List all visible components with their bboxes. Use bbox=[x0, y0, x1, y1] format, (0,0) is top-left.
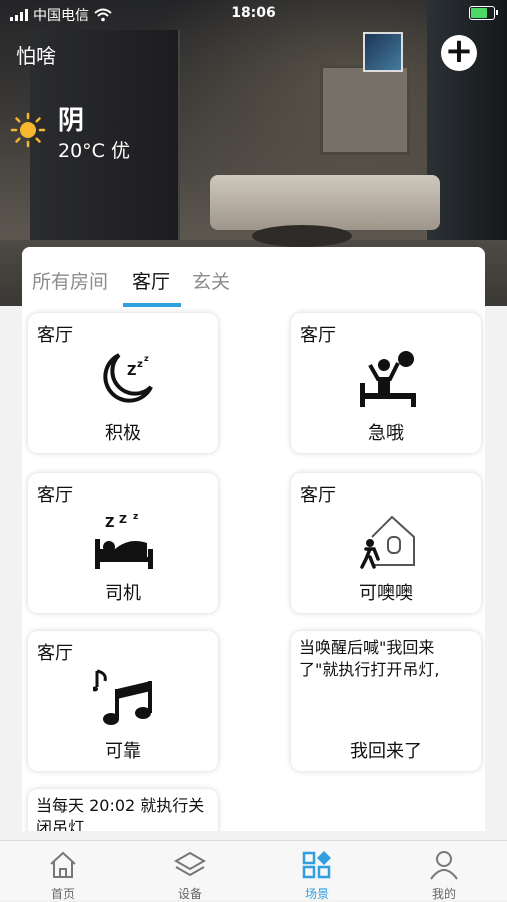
svg-text:z: z bbox=[137, 359, 143, 370]
scene-name: 可靠 bbox=[105, 741, 141, 762]
device-layers-icon bbox=[174, 851, 206, 877]
svg-text:Z: Z bbox=[127, 364, 136, 379]
scene-card[interactable]: 当每天 20:02 就执行关闭吊灯 bbox=[28, 789, 218, 831]
bottom-tab-bar: 首页 设备 场景 我的 bbox=[0, 840, 507, 902]
scene-room-label: 客厅 bbox=[37, 643, 73, 664]
go-home-icon bbox=[360, 515, 415, 569]
scene-card[interactable]: 客厅 可噢噢 bbox=[291, 473, 481, 613]
scene-name: 我回来了 bbox=[350, 741, 422, 762]
scene-panel: 所有房间 客厅 玄关 客厅 Z z z 积极 客厅 急哦 客厅 Z Z z 司机… bbox=[22, 247, 485, 831]
scene-card[interactable]: 客厅 可靠 bbox=[28, 631, 218, 771]
room-tabs: 所有房间 客厅 玄关 bbox=[22, 247, 485, 309]
scene-card[interactable]: 客厅 Z Z z 司机 bbox=[28, 473, 218, 613]
room-sofa bbox=[210, 175, 440, 230]
scene-card[interactable]: 客厅 Z z z 积极 bbox=[28, 313, 218, 453]
scene-grid-icon bbox=[302, 851, 331, 879]
home-name[interactable]: 怕啥 bbox=[16, 40, 56, 69]
home-icon bbox=[50, 851, 76, 878]
scene-card[interactable]: 客厅 急哦 bbox=[291, 313, 481, 453]
status-time: 18:06 bbox=[231, 5, 276, 21]
svg-text:z: z bbox=[144, 354, 149, 363]
scene-name: 司机 bbox=[105, 583, 141, 604]
svg-text:z: z bbox=[133, 512, 138, 522]
scene-name: 积极 bbox=[105, 423, 141, 444]
scene-card[interactable]: 当唤醒后喊"我回来了"就执行打开吊灯, 我回来了 bbox=[291, 631, 481, 771]
tabbar-profile[interactable]: 我的 bbox=[399, 849, 489, 902]
tabbar-scenes[interactable]: 场景 bbox=[272, 849, 362, 902]
scene-room-label: 客厅 bbox=[300, 325, 336, 346]
tab-all-rooms[interactable]: 所有房间 bbox=[32, 267, 108, 294]
active-tab-indicator bbox=[123, 303, 181, 307]
room-table bbox=[252, 225, 352, 247]
scene-description: 当每天 20:02 就执行关闭吊灯 bbox=[36, 796, 205, 831]
tabbar-home[interactable]: 首页 bbox=[18, 849, 108, 902]
bed-sleep-icon: Z Z z bbox=[95, 512, 153, 569]
tabbar-label: 我的 bbox=[431, 887, 456, 901]
scene-room-label: 客厅 bbox=[300, 485, 336, 506]
add-scene-button[interactable]: + bbox=[441, 34, 477, 71]
status-bar: 中国电信 18:06 bbox=[0, 0, 507, 28]
tabbar-label: 场景 bbox=[304, 887, 329, 901]
tab-living-room[interactable]: 客厅 bbox=[132, 267, 170, 294]
svg-text:Z: Z bbox=[119, 513, 127, 526]
tabbar-label: 首页 bbox=[50, 887, 75, 901]
sun-icon bbox=[10, 112, 46, 148]
tab-entrance[interactable]: 玄关 bbox=[192, 267, 230, 294]
tabbar-devices[interactable]: 设备 bbox=[145, 849, 235, 902]
scene-room-label: 客厅 bbox=[37, 485, 73, 506]
moon-sleep-icon: Z z z bbox=[103, 353, 153, 403]
scene-room-label: 客厅 bbox=[37, 325, 73, 346]
wake-up-icon bbox=[360, 351, 416, 407]
tabbar-label: 设备 bbox=[177, 887, 202, 901]
profile-icon bbox=[430, 851, 458, 880]
svg-text:Z: Z bbox=[105, 516, 114, 531]
weather-temperature: 20°C 优 bbox=[58, 140, 130, 162]
scene-name: 可噢噢 bbox=[359, 583, 413, 604]
home-thumbnail[interactable] bbox=[363, 32, 403, 72]
wall-artwork bbox=[320, 65, 410, 155]
scene-description: 当唤醒后喊"我回来了"就执行打开吊灯, bbox=[299, 638, 440, 679]
scene-name: 急哦 bbox=[368, 423, 404, 444]
music-note-icon bbox=[93, 669, 152, 725]
weather-condition: 阴 bbox=[58, 106, 85, 136]
battery-icon bbox=[469, 6, 498, 20]
